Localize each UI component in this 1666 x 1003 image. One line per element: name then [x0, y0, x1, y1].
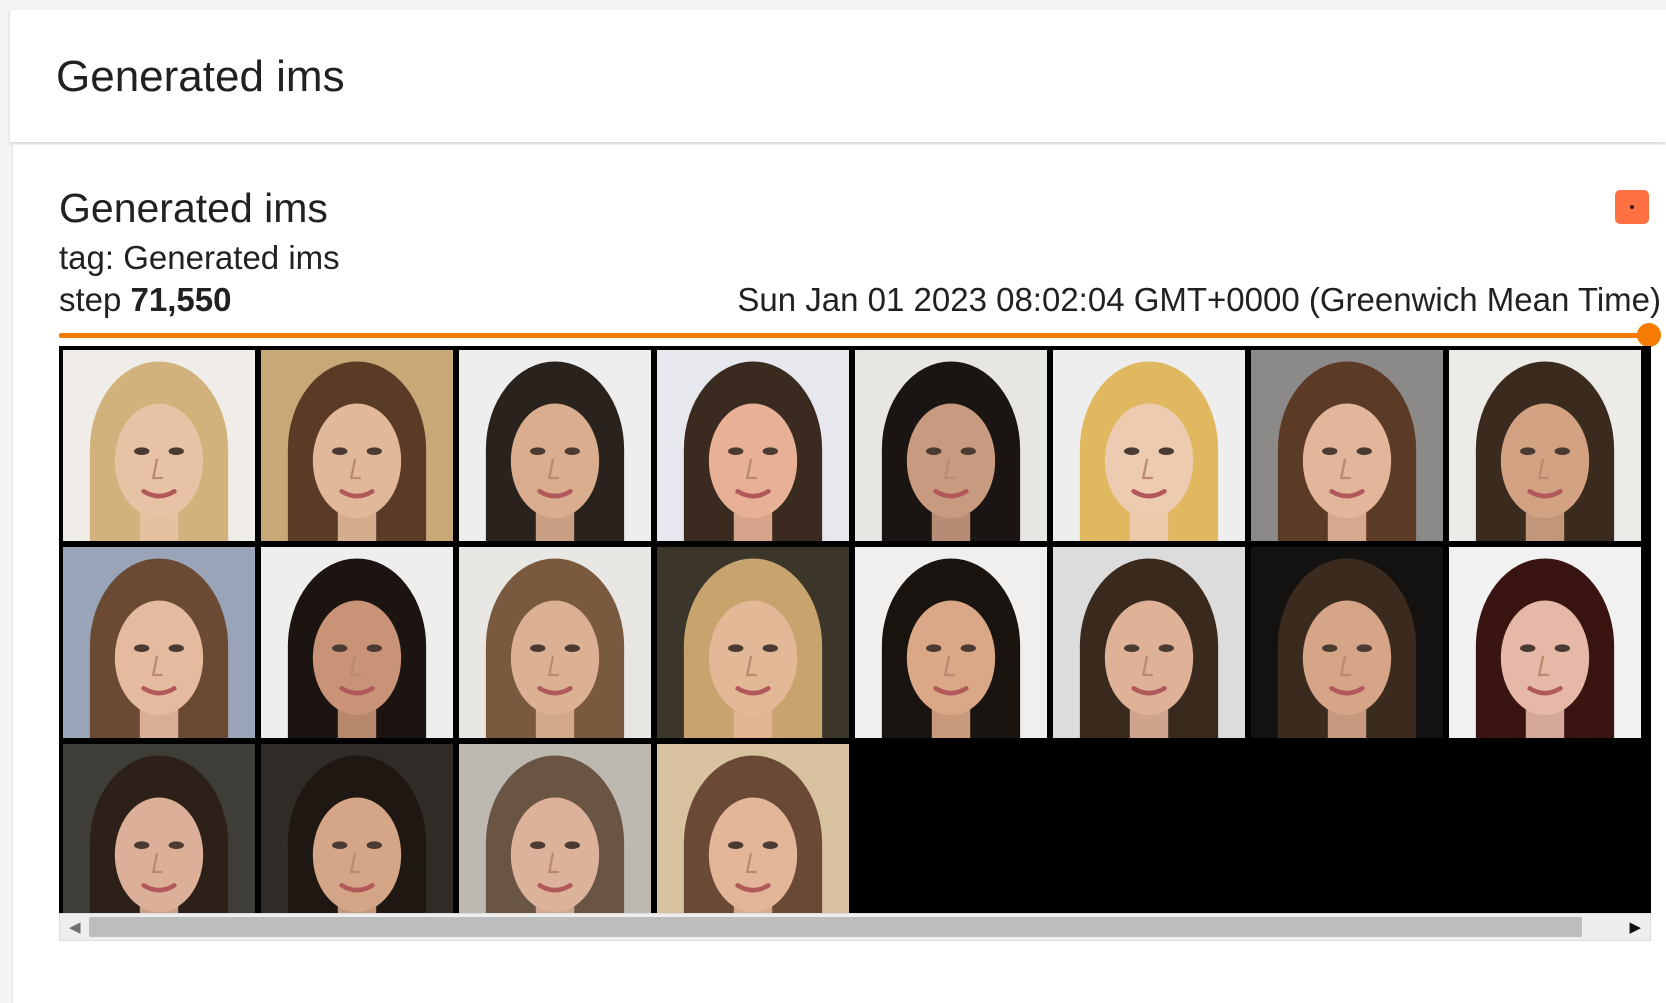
- expand-button[interactable]: [1615, 190, 1649, 224]
- slider-track: [59, 333, 1651, 338]
- image-card: Generated ims tag: Generated ims step 71…: [12, 145, 1666, 1003]
- generated-image: [1251, 350, 1443, 541]
- generated-image: [63, 744, 255, 935]
- dot-icon: [1630, 205, 1634, 209]
- tag-value: Generated ims: [123, 239, 340, 276]
- scrollbar-thumb[interactable]: [89, 917, 1582, 937]
- generated-image: [1251, 547, 1443, 738]
- generated-image: [657, 350, 849, 541]
- step-value: 71,550: [130, 281, 232, 318]
- image-grid: [63, 350, 1641, 935]
- generated-image: [63, 350, 255, 541]
- card-step: step 71,550: [59, 281, 231, 319]
- generated-image: [1449, 547, 1641, 738]
- generated-image: [261, 547, 453, 738]
- generated-image: [63, 547, 255, 738]
- generated-image: [657, 547, 849, 738]
- generated-image: [261, 744, 453, 935]
- step-prefix: step: [59, 281, 122, 318]
- generated-image: [1053, 547, 1245, 738]
- generated-image: [1449, 350, 1641, 541]
- image-grid-frame: [59, 346, 1651, 935]
- step-slider[interactable]: [59, 323, 1661, 347]
- horizontal-scrollbar[interactable]: ◀ ▶: [59, 913, 1651, 941]
- generated-image: [855, 547, 1047, 738]
- section-title: Generated ims: [56, 52, 345, 101]
- slider-knob[interactable]: [1637, 323, 1661, 347]
- generated-image: [657, 744, 849, 935]
- generated-image: [459, 547, 651, 738]
- generated-image: [459, 744, 651, 935]
- card-tag: tag: Generated ims: [59, 239, 340, 277]
- generated-image: [459, 350, 651, 541]
- generated-image: [261, 350, 453, 541]
- arrow-left-icon[interactable]: ◀: [69, 918, 81, 936]
- card-timestamp: Sun Jan 01 2023 08:02:04 GMT+0000 (Green…: [737, 281, 1661, 318]
- tag-prefix: tag:: [59, 239, 115, 276]
- card-title: Generated ims: [59, 185, 328, 231]
- dashboard-header: Generated ims: [10, 10, 1666, 142]
- generated-image: [1053, 350, 1245, 541]
- arrow-right-icon[interactable]: ▶: [1629, 918, 1641, 936]
- generated-image: [855, 350, 1047, 541]
